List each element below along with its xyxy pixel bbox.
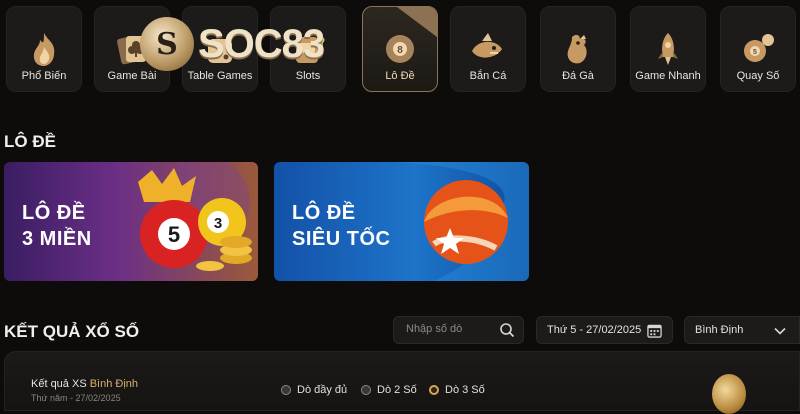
banner-lo-de-sieu-toc[interactable]: LÔ ĐỀ SIÊU TỐC [274,162,529,281]
lode-section-title: LÔ ĐỀ [4,132,56,151]
radio-label: Dò 2 Số [377,384,417,396]
banner-line1: LÔ ĐỀ [292,202,356,224]
category-bar: Phổ Biến Game Bài Table Games Slots 8 Lô… [0,0,800,100]
svg-text:5: 5 [753,49,757,56]
results-province-name: Bình Định [89,378,139,390]
category-da-ga[interactable]: Đá Gà [540,6,616,92]
chevron-down-icon [774,327,786,335]
results-section-title: KẾT QUẢ XỔ SỐ [4,322,140,341]
banner-lo-de-3-mien[interactable]: 5 3 LÔ ĐỀ 3 MIỀN [4,162,258,281]
logo-mark: S [140,17,194,71]
logo-wordmark: SOC83 [198,21,325,66]
province-value: Bình Định [695,324,744,336]
ball-number: 3 [214,215,222,232]
date-value: Thứ 5 - 27/02/2025 [547,324,642,336]
results-card: Kết quả XS Bình Định Thứ năm - 27/02/202… [4,351,800,411]
search-input[interactable] [404,322,498,336]
radio-dot [281,385,291,395]
ball-number: 5 [168,222,180,247]
results-card-title: Kết quả XS Bình Định [31,378,138,390]
radio-dot [429,385,439,395]
category-label: Game Nhanh [635,70,701,82]
number-balls-icon: 5 [744,34,774,62]
gold-coin-decoration [712,374,746,414]
radio-label: Dò 3 Số [445,384,485,396]
date-picker[interactable]: Thứ 5 - 27/02/2025 [536,316,673,344]
banner-line1: LÔ ĐỀ [22,202,86,224]
fish-icon [472,33,502,58]
results-card-date: Thứ năm - 27/02/2025 [31,393,121,403]
brand-logo: S SOC83 [140,12,365,76]
flame-icon [33,33,55,66]
rocket-icon [658,33,678,65]
category-ban-ca[interactable]: Bắn Cá [450,6,526,92]
category-game-nhanh[interactable]: Game Nhanh [630,6,706,92]
results-label-prefix: Kết quả XS [31,378,87,390]
search-box [393,316,524,344]
radio-dot [361,385,371,395]
category-label: Bắn Cá [469,70,507,82]
rooster-icon [567,34,587,64]
calendar-icon [647,324,662,338]
radio-do-2-so[interactable]: Dò 2 Số [361,384,417,396]
category-label: Đá Gà [562,70,594,82]
category-label: Quay Số [736,70,780,82]
lottery-ball-icon: 8 [386,35,414,63]
province-select[interactable]: Bình Định [684,316,800,344]
category-label: Phổ Biến [21,70,67,82]
category-pho-bien[interactable]: Phổ Biến [6,6,82,92]
search-icon[interactable] [499,322,515,338]
banner-line2: 3 MIỀN [22,228,92,250]
category-quay-so[interactable]: 5 Quay Số [720,6,796,92]
radio-label: Dò đầy đủ [297,384,348,396]
category-label: Lô Đề [385,70,415,82]
banner-line2: SIÊU TỐC [292,228,391,250]
banner-text: LÔ ĐỀ SIÊU TỐC [292,200,390,252]
radio-do-3-so[interactable]: Dò 3 Số [429,384,485,396]
category-lo-de[interactable]: 8 Lô Đề [362,6,438,92]
radio-do-day-du[interactable]: Dò đầy đủ [281,384,347,396]
svg-text:8: 8 [397,45,403,56]
banner-text: LÔ ĐỀ 3 MIỀN [22,200,92,252]
